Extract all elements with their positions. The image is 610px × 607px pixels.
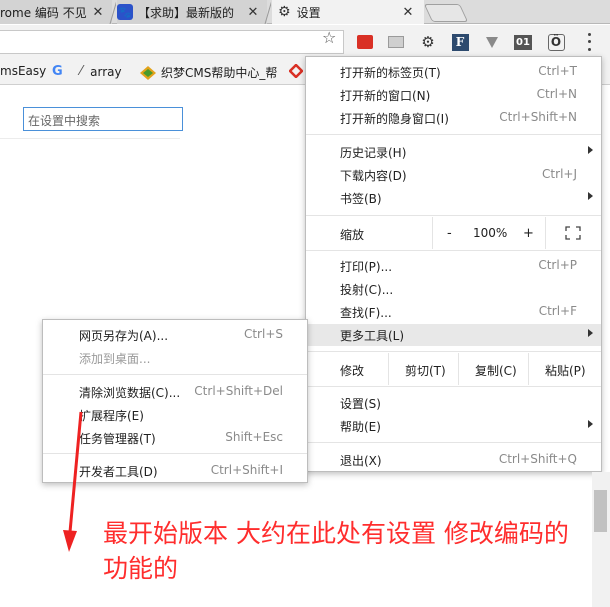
tab-title: rome 编码 不见	[0, 5, 87, 20]
google-icon[interactable]: G	[52, 64, 63, 79]
menu-item-more-tools[interactable]: 更多工具(L)	[306, 324, 601, 346]
menu-item-find[interactable]: 查找(F)... Ctrl+F	[306, 301, 601, 323]
menu-item-bookmarks[interactable]: 书签(B)	[306, 187, 601, 209]
menu-separator	[306, 442, 601, 443]
bookmark-label: array	[90, 64, 122, 79]
menu-separator	[306, 351, 601, 352]
submenu-item-save-as[interactable]: 网页另存为(A)... Ctrl+S	[43, 324, 307, 346]
edit-label: 修改	[340, 364, 365, 378]
toolbar: ☆ ⚙ F 01 Ö	[0, 25, 610, 59]
cut-button[interactable]: 剪切(T)	[388, 353, 458, 385]
tab-strip: rome 编码 不见 ✕ 🐾 【求助】最新版的 ✕ ⚙ 设置 ✕	[0, 0, 610, 24]
submenu-item-devtools[interactable]: 开发者工具(D) Ctrl+Shift+I	[43, 460, 307, 482]
fullscreen-button[interactable]	[545, 217, 601, 249]
submenu-arrow-icon	[588, 420, 593, 428]
new-tab-button[interactable]	[423, 4, 469, 22]
submenu-item-extensions[interactable]: 扩展程序(E)	[43, 404, 307, 426]
tab-close-icon[interactable]: ✕	[245, 5, 261, 20]
tab-close-icon[interactable]: ✕	[400, 5, 416, 20]
browser-window: rome 编码 不见 ✕ 🐾 【求助】最新版的 ✕ ⚙ 设置 ✕ ☆ ⚙ F 0…	[0, 0, 610, 607]
extension-red-icon[interactable]	[356, 33, 374, 51]
zoom-controls: - 100% +	[432, 217, 545, 249]
fullscreen-icon	[565, 226, 581, 240]
menu-item-settings[interactable]: 设置(S)	[306, 392, 601, 414]
extension-o-icon[interactable]: Ö	[547, 33, 565, 51]
bookmark-red-icon[interactable]	[289, 64, 303, 78]
tab-help[interactable]: 🐾 【求助】最新版的 ✕	[117, 0, 267, 24]
menu-separator	[306, 134, 601, 135]
edit-row: 修改 剪切(T) 复制(C) 粘贴(P)	[306, 353, 601, 385]
submenu-arrow-icon	[588, 192, 593, 200]
extension-f-icon[interactable]: F	[451, 33, 469, 51]
zoom-in-button[interactable]: +	[523, 226, 534, 241]
baidu-paw-icon: 🐾	[117, 4, 133, 20]
bookmark-star-icon[interactable]: ☆	[322, 28, 336, 47]
settings-search-input[interactable]: 在设置中搜索	[23, 107, 183, 131]
tab-divider	[264, 1, 271, 24]
divider	[0, 138, 180, 139]
tab-divider	[109, 1, 116, 24]
menu-separator	[306, 215, 601, 216]
menu-item-history[interactable]: 历史记录(H)	[306, 141, 601, 163]
zoom-level: 100%	[473, 226, 508, 240]
extension-01-icon[interactable]: 01	[514, 33, 532, 51]
more-tools-submenu: 网页另存为(A)... Ctrl+S 添加到桌面... 清除浏览数据(C)...…	[42, 319, 308, 483]
tab-settings[interactable]: ⚙ 设置 ✕	[272, 0, 424, 24]
bookmark-item[interactable]: msEasy	[0, 64, 46, 78]
submenu-item-clear-data[interactable]: 清除浏览数据(C)... Ctrl+Shift+Del	[43, 381, 307, 403]
extension-gear-icon[interactable]: ⚙	[419, 33, 437, 51]
menu-separator	[306, 250, 601, 251]
scrollbar-thumb[interactable]	[594, 490, 607, 532]
zoom-label: 缩放	[340, 228, 365, 242]
slash-icon: ⁄	[80, 64, 83, 79]
menu-separator	[43, 374, 307, 375]
extension-image-icon[interactable]	[387, 33, 405, 51]
bookmark-label: 织梦CMS帮助中心_帮	[161, 66, 278, 80]
extension-v-icon[interactable]	[483, 33, 501, 51]
dedecms-icon	[140, 65, 156, 80]
menu-item-print[interactable]: 打印(P)... Ctrl+P	[306, 255, 601, 277]
menu-item-downloads[interactable]: 下载内容(D) Ctrl+J	[306, 164, 601, 186]
tab-encoding[interactable]: rome 编码 不见 ✕	[0, 0, 112, 24]
submenu-item-add-to-desktop: 添加到桌面...	[79, 352, 151, 366]
tab-title: 【求助】最新版的	[138, 5, 235, 20]
copy-button[interactable]: 复制(C)	[458, 353, 528, 385]
paste-button[interactable]: 粘贴(P)	[528, 353, 601, 385]
submenu-item-task-manager[interactable]: 任务管理器(T) Shift+Esc	[43, 427, 307, 449]
submenu-arrow-icon	[588, 146, 593, 154]
annotation-text: 最开始版本 大约在此处有设置 修改编码的功能的	[103, 519, 569, 583]
address-bar[interactable]	[0, 30, 344, 54]
chrome-menu-icon[interactable]	[582, 31, 596, 53]
menu-separator	[306, 386, 601, 387]
tab-title: 设置	[296, 5, 321, 20]
menu-separator	[43, 453, 307, 454]
menu-item-new-tab[interactable]: 打开新的标签页(T) Ctrl+T	[306, 61, 601, 83]
menu-item-new-window[interactable]: 打开新的窗口(N) Ctrl+N	[306, 84, 601, 106]
zoom-row: 缩放 - 100% +	[306, 217, 601, 249]
bookmark-item[interactable]: 织梦CMS帮助中心_帮	[140, 64, 277, 81]
menu-item-cast[interactable]: 投射(C)...	[306, 278, 601, 300]
tab-close-icon[interactable]: ✕	[90, 5, 106, 20]
menu-item-help[interactable]: 帮助(E)	[306, 415, 601, 437]
bookmark-item[interactable]: ⁄ array	[80, 64, 122, 79]
menu-item-exit[interactable]: 退出(X) Ctrl+Shift+Q	[306, 449, 601, 471]
submenu-arrow-icon	[588, 329, 593, 337]
gear-icon: ⚙	[278, 4, 291, 20]
zoom-out-button[interactable]: -	[447, 226, 452, 241]
chrome-main-menu: 打开新的标签页(T) Ctrl+T 打开新的窗口(N) Ctrl+N 打开新的隐…	[305, 56, 602, 472]
menu-item-incognito[interactable]: 打开新的隐身窗口(I) Ctrl+Shift+N	[306, 107, 601, 129]
